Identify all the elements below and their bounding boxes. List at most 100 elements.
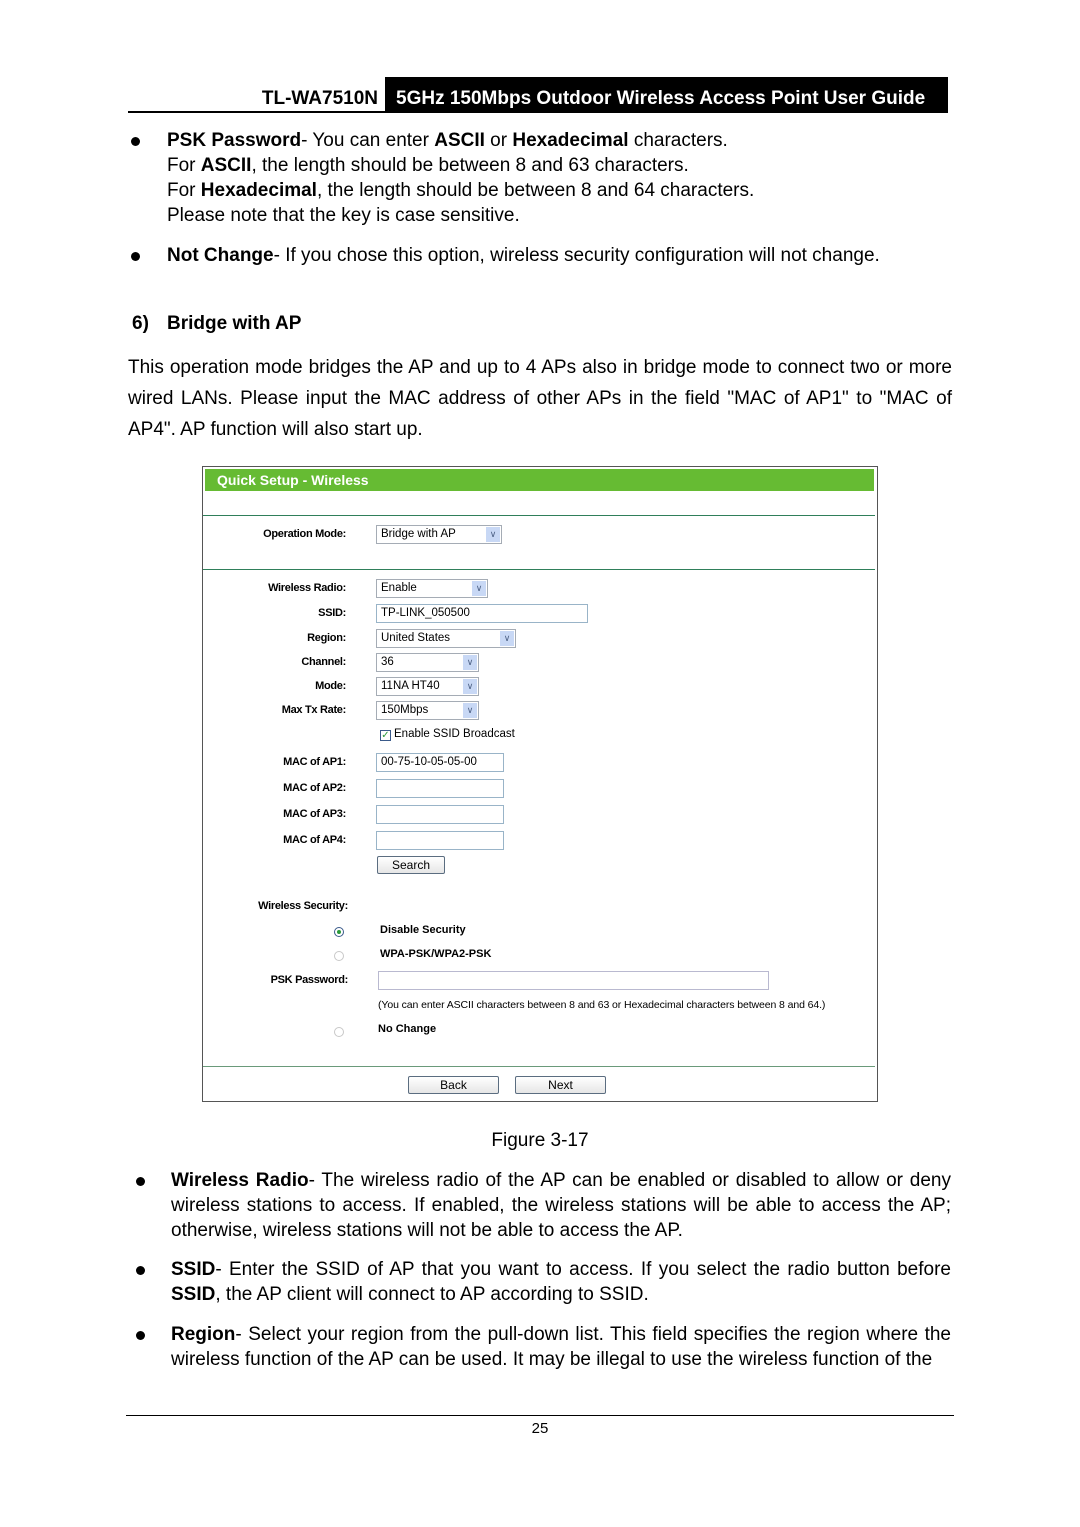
bullet-line: wireless stations to access. If enabled,… xyxy=(171,1195,951,1217)
next-button[interactable]: Next xyxy=(515,1076,606,1094)
paragraph-line: AP4". AP function will also start up. xyxy=(128,419,423,440)
no-change-radio[interactable] xyxy=(334,1027,344,1037)
header-model: TL-WA7510N xyxy=(261,88,378,109)
header-rule xyxy=(128,111,948,113)
psk-password-input[interactable] xyxy=(378,971,769,990)
bullet-line: wireless function of the AP can be used.… xyxy=(171,1349,932,1371)
bullet-line: PSK Password- You can enter ASCII or Hex… xyxy=(167,130,728,152)
max-tx-rate-select[interactable]: 150Mbps ∨ xyxy=(376,701,479,720)
figure-caption: Figure 3-17 xyxy=(491,1130,589,1151)
text: For xyxy=(167,180,201,201)
chevron-down-icon: ∨ xyxy=(463,679,477,694)
term: ASCII xyxy=(434,130,485,151)
term: Not Change xyxy=(167,245,274,266)
text: wireless stations to access. If enabled,… xyxy=(171,1195,951,1216)
text: - Enter the SSID of AP that you want to … xyxy=(215,1259,951,1280)
psk-password-label: PSK Password: xyxy=(270,974,349,986)
bullet-line: For ASCII, the length should be between … xyxy=(167,155,689,177)
mac-ap3-input[interactable] xyxy=(376,805,504,824)
chevron-down-icon: ∨ xyxy=(486,527,500,542)
bullet-line: Please note that the key is case sensiti… xyxy=(167,205,520,227)
region-label: Region: xyxy=(307,632,346,644)
bullet-line: SSID- Enter the SSID of AP that you want… xyxy=(171,1259,951,1281)
region-value: United States xyxy=(381,632,451,644)
text: , the AP client will connect to AP accor… xyxy=(215,1284,649,1305)
operation-mode-label: Operation Mode: xyxy=(263,528,346,540)
document-page: TL-WA7510N 5GHz 150Mbps Outdoor Wireless… xyxy=(0,0,1080,1527)
ssid-broadcast-checkbox[interactable]: ✓ xyxy=(380,730,391,741)
term: PSK Password xyxy=(167,130,302,151)
bullet-line: Region- Select your region from the pull… xyxy=(171,1324,951,1346)
max-tx-rate-label: Max Tx Rate: xyxy=(281,704,347,716)
text: - If you chose this option, wireless sec… xyxy=(273,245,880,266)
text: or xyxy=(484,130,513,151)
mac-ap2-label: MAC of AP2: xyxy=(283,782,346,794)
disable-security-radio[interactable] xyxy=(334,927,344,937)
term: SSID xyxy=(171,1284,216,1305)
wireless-security-label: Wireless Security: xyxy=(258,900,348,912)
section-title: Bridge with AP xyxy=(167,313,302,334)
text: Please note that the key is case sensiti… xyxy=(167,205,520,226)
text: For xyxy=(167,155,201,176)
mac-ap4-input[interactable] xyxy=(376,831,504,850)
channel-select[interactable]: 36 ∨ xyxy=(376,653,479,672)
disable-security-label: Disable Security xyxy=(380,924,466,936)
quick-setup-wireless-screenshot: Quick Setup - Wireless Operation Mode: B… xyxy=(202,466,878,1102)
operation-mode-select[interactable]: Bridge with AP ∨ xyxy=(376,525,502,544)
term: Region xyxy=(171,1324,236,1345)
mac-ap4-label: MAC of AP4: xyxy=(283,834,346,846)
mode-value: 11NA HT40 xyxy=(381,680,440,692)
mac-ap3-label: MAC of AP3: xyxy=(283,808,346,820)
psk-note: (You can enter ASCII characters between … xyxy=(378,999,826,1011)
wireless-radio-select[interactable]: Enable ∨ xyxy=(376,579,488,598)
term: ASCII xyxy=(200,155,252,176)
bullet-line: For Hexadecimal, the length should be be… xyxy=(167,180,754,202)
paragraph-line: wired LANs. Please input the MAC address… xyxy=(128,388,952,409)
text: , the length should be between 8 and 64 … xyxy=(316,180,755,201)
channel-label: Channel: xyxy=(301,656,346,668)
mac-ap2-input[interactable] xyxy=(376,779,504,798)
channel-value: 36 xyxy=(381,656,394,668)
chevron-down-icon: ∨ xyxy=(463,703,477,718)
divider xyxy=(203,1066,875,1067)
bullet-icon xyxy=(136,1266,145,1275)
operation-mode-value: Bridge with AP xyxy=(381,528,456,540)
text: , the length should be between 8 and 63 … xyxy=(251,155,689,176)
ssid-input[interactable]: TP-LINK_050500 xyxy=(376,604,588,623)
mac-ap1-label: MAC of AP1: xyxy=(283,756,346,768)
section-number: 6) xyxy=(132,313,149,334)
text: - You can enter xyxy=(301,130,435,151)
text: characters. xyxy=(628,130,728,151)
chevron-down-icon: ∨ xyxy=(472,581,486,596)
term: Wireless Radio xyxy=(171,1170,309,1191)
panel-title: Quick Setup - Wireless xyxy=(205,469,874,491)
mode-select[interactable]: 11NA HT40 ∨ xyxy=(376,677,479,696)
divider xyxy=(203,569,875,570)
text: otherwise, wireless stations will not be… xyxy=(171,1220,683,1241)
bullet-line: otherwise, wireless stations will not be… xyxy=(171,1220,683,1242)
mode-label: Mode: xyxy=(315,680,346,692)
no-change-label: No Change xyxy=(378,1023,437,1035)
ssid-label: SSID: xyxy=(318,607,346,619)
bullet-icon xyxy=(131,137,140,146)
paragraph-line: This operation mode bridges the AP and u… xyxy=(128,357,952,378)
term: SSID xyxy=(171,1259,216,1280)
wireless-radio-label: Wireless Radio: xyxy=(268,582,346,594)
wpa-psk-label: WPA-PSK/WPA2-PSK xyxy=(380,948,492,960)
back-button[interactable]: Back xyxy=(408,1076,499,1094)
page-number: 25 xyxy=(531,1420,549,1437)
bullet-line: SSID, the AP client will connect to AP a… xyxy=(171,1284,649,1306)
search-button[interactable]: Search xyxy=(377,856,445,874)
wpa-psk-radio[interactable] xyxy=(334,951,344,961)
chevron-down-icon: ∨ xyxy=(500,631,514,646)
chevron-down-icon: ∨ xyxy=(463,655,477,670)
max-tx-rate-value: 150Mbps xyxy=(381,704,429,716)
bullet-line: Wireless Radio- The wireless radio of th… xyxy=(171,1170,951,1192)
text: wireless function of the AP can be used.… xyxy=(171,1349,933,1370)
region-select[interactable]: United States ∨ xyxy=(376,629,516,648)
text: - Select your region from the pull-down … xyxy=(235,1324,951,1345)
term: Hexadecimal xyxy=(512,130,629,151)
bullet-icon xyxy=(131,252,140,261)
mac-ap1-input[interactable]: 00-75-10-05-05-00 xyxy=(376,753,504,772)
bullet-line: Not Change- If you chose this option, wi… xyxy=(167,245,880,267)
